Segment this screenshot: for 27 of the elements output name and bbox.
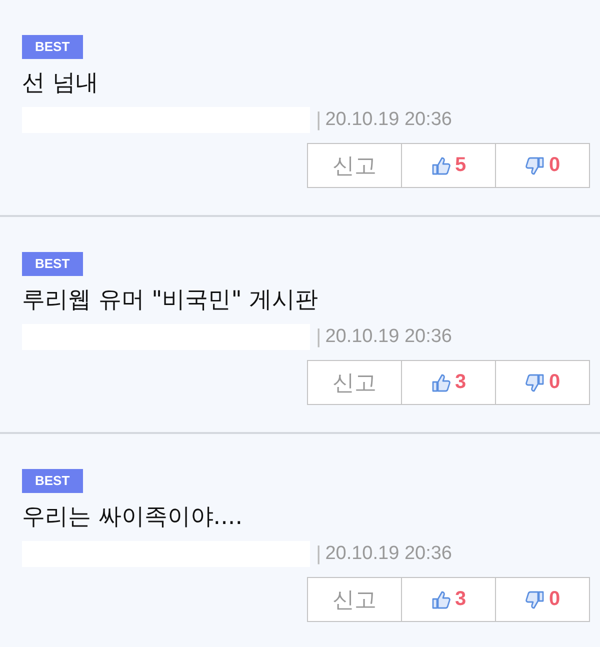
like-button[interactable]: 5	[401, 143, 496, 188]
comment-text: 루리웹 유머 "비국민" 게시판	[22, 286, 320, 315]
like-button[interactable]: 3	[401, 577, 496, 622]
thumbs-up-icon	[430, 372, 451, 392]
report-button[interactable]: 신고	[307, 360, 402, 405]
thumbs-down-icon	[524, 590, 545, 610]
comment-date: 20.10.19 20:36	[325, 543, 452, 565]
best-badge: BEST	[22, 252, 83, 276]
thumbs-up-icon	[430, 156, 451, 176]
comment-date: 20.10.19 20:36	[325, 109, 452, 131]
separator: |	[316, 542, 322, 566]
comment-text: 선 넘내	[22, 69, 100, 98]
dislike-button[interactable]: 0	[495, 360, 590, 405]
report-button[interactable]: 신고	[307, 143, 402, 188]
thumbs-up-icon	[430, 590, 451, 610]
comment-text: 우리는 싸이족이야....	[22, 503, 244, 532]
dislike-button[interactable]: 0	[495, 577, 590, 622]
thumbs-down-icon	[524, 156, 545, 176]
best-badge: BEST	[22, 469, 83, 493]
report-button[interactable]: 신고	[307, 577, 402, 622]
best-badge: BEST	[22, 35, 83, 59]
like-button[interactable]: 3	[401, 360, 496, 405]
comment-date: 20.10.19 20:36	[325, 326, 452, 348]
dislike-button[interactable]: 0	[495, 143, 590, 188]
separator: |	[316, 108, 322, 132]
thumbs-down-icon	[524, 372, 545, 392]
separator: |	[316, 326, 322, 348]
